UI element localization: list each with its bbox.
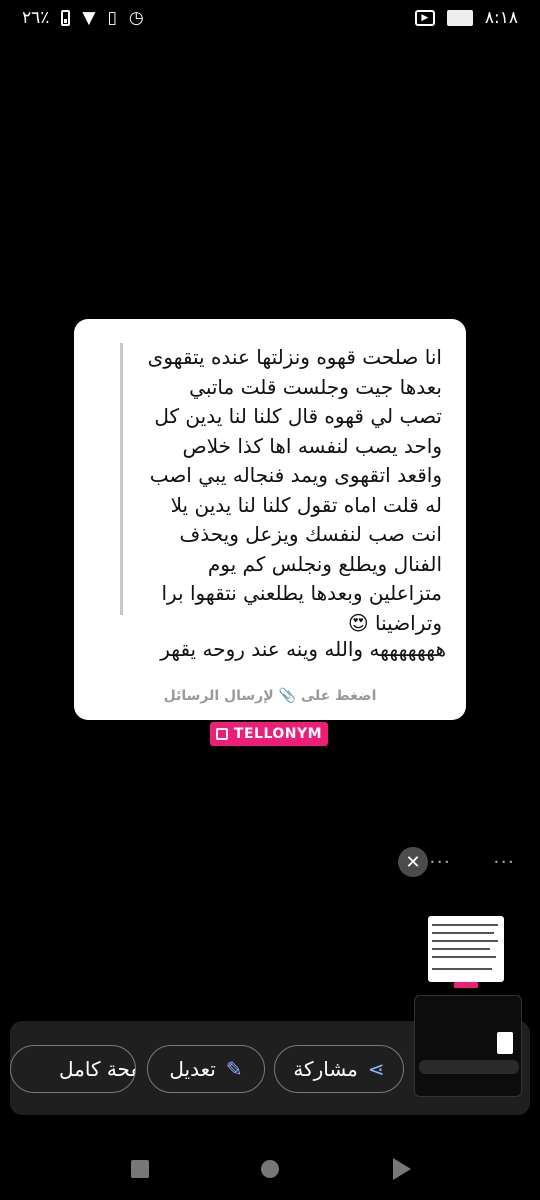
vibrate-icon: ▯ bbox=[107, 8, 117, 28]
thumbnail-line bbox=[432, 956, 496, 958]
preview-dots-icon: • • • bbox=[430, 858, 450, 867]
full-page-label: صفحة كامل bbox=[59, 1057, 135, 1081]
notification-app-icon: ▶ bbox=[414, 10, 435, 26]
share-icon: ⋖ bbox=[367, 1057, 385, 1081]
thumbnail-line bbox=[432, 968, 492, 970]
preview-dots-icon: • • • bbox=[494, 858, 514, 867]
tellonym-logo-icon bbox=[215, 728, 228, 740]
wifi-icon: ▼ bbox=[82, 8, 96, 28]
status-right: ▶ ٨:١٨ bbox=[414, 8, 518, 28]
mini-screenshot-preview[interactable] bbox=[414, 995, 522, 1097]
home-button[interactable] bbox=[261, 1160, 279, 1178]
quoted-message: انا صلحت قهوه ونزلتها عنده يتقهوى بعدها … bbox=[120, 343, 442, 635]
brand-label: TELLONYM bbox=[233, 726, 323, 742]
battery-percent: ٢٦٪ bbox=[22, 8, 50, 28]
thumbnail-line bbox=[432, 948, 490, 950]
tap-to-send-hint: اضغط على 📎 لإرسال الرسائل bbox=[163, 688, 377, 704]
back-button[interactable] bbox=[393, 1158, 411, 1180]
edit-label: تعديل bbox=[169, 1057, 216, 1081]
close-preview-button[interactable]: ✕ bbox=[398, 847, 428, 877]
message-card: انا صلحت قهوه ونزلتها عنده يتقهوى بعدها … bbox=[74, 319, 466, 720]
pencil-icon: ✎ bbox=[225, 1057, 243, 1081]
notification-image-icon bbox=[446, 10, 473, 26]
close-icon: ✕ bbox=[405, 851, 421, 873]
thumbnail-line bbox=[432, 940, 498, 942]
thumbnail-line bbox=[432, 924, 498, 926]
mini-card bbox=[497, 1032, 513, 1054]
alarm-icon: ◷ bbox=[128, 8, 144, 28]
status-time: ٨:١٨ bbox=[484, 8, 518, 28]
share-label: مشاركة bbox=[293, 1057, 358, 1081]
status-bar: ٢٦٪ ▼ ▯ ◷ ▶ ٨:١٨ bbox=[0, 0, 540, 38]
tellonym-brand-tag: TELLONYM bbox=[210, 722, 328, 746]
share-button[interactable]: مشاركة ⋖ bbox=[274, 1045, 404, 1093]
screenshot-thumbnail[interactable] bbox=[428, 916, 504, 982]
reply-text: هههههههه والله وينه عند روحه يقهر bbox=[160, 637, 446, 661]
thumbnail-brand-tag bbox=[454, 982, 478, 988]
thumbnail-line bbox=[432, 932, 494, 934]
battery-icon bbox=[61, 10, 71, 26]
full-page-button[interactable]: صفحة كامل bbox=[10, 1045, 136, 1093]
status-left: ٢٦٪ ▼ ▯ ◷ bbox=[22, 8, 144, 28]
mini-actions-strip bbox=[419, 1060, 519, 1074]
edit-button[interactable]: تعديل ✎ bbox=[147, 1045, 265, 1093]
recent-apps-button[interactable] bbox=[131, 1160, 149, 1178]
